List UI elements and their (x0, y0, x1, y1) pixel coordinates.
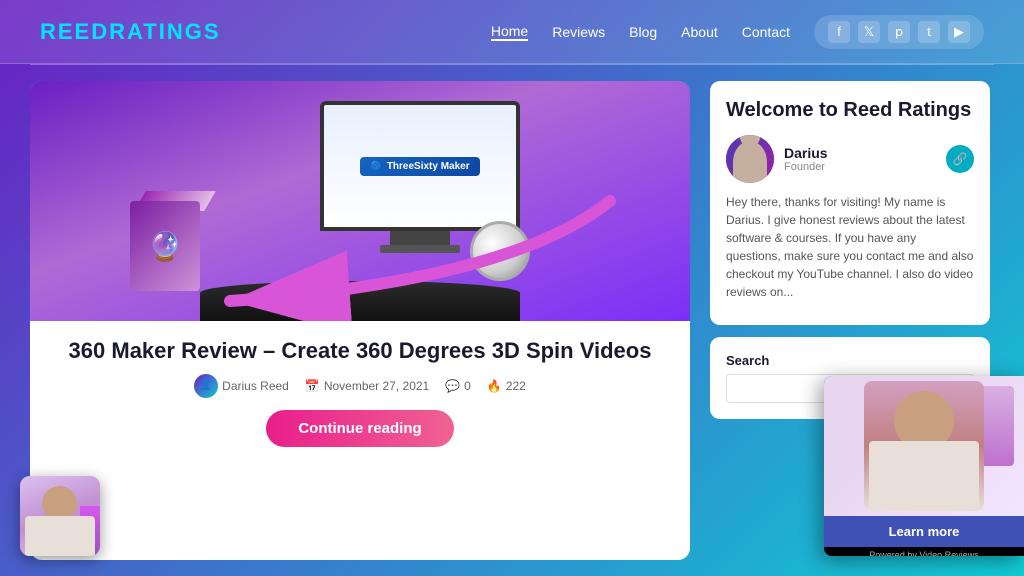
youtube-icon[interactable]: ▶ (948, 21, 970, 43)
main-nav: Home Reviews Blog About Contact f 𝕏 𝗉 t … (491, 15, 984, 49)
article-title: 360 Maker Review – Create 360 Degrees 3D… (50, 337, 670, 366)
bottom-left-thumbnail (20, 476, 100, 556)
logo-part2: Ratings (109, 19, 220, 44)
nav-home[interactable]: Home (491, 23, 528, 41)
person-silhouette (733, 141, 767, 183)
video-person (864, 381, 984, 511)
search-label: Search (726, 353, 974, 368)
meta-date: 📅 November 27, 2021 (305, 379, 429, 393)
threesixty-badge: 🔵 ThreeSixty Maker (360, 157, 479, 176)
header: ReedRatings Home Reviews Blog About Cont… (0, 0, 1024, 64)
monitor-screen-inner: 🔵 ThreeSixty Maker (324, 105, 516, 227)
author-link-button[interactable]: 🔗 (946, 145, 974, 173)
article-image: 🔵 ThreeSixty Maker 🔮 (30, 81, 690, 321)
nav-contact[interactable]: Contact (742, 24, 790, 40)
product-scene: 🔵 ThreeSixty Maker 🔮 (30, 81, 690, 321)
monitor-screen: 🔵 ThreeSixty Maker (320, 101, 520, 231)
powered-by-text: Powered by Video Reviews (824, 547, 1024, 556)
nav-reviews[interactable]: Reviews (552, 24, 605, 40)
video-popup-inner (824, 376, 1024, 516)
article-views: 222 (506, 379, 526, 393)
product-box: 🔮 (130, 191, 220, 291)
fire-icon: 🔥 (487, 379, 502, 393)
avatar-inner (726, 135, 774, 183)
sidebar-author-row: Darius Founder 🔗 (726, 135, 974, 183)
box-face-front: 🔮 (130, 201, 200, 291)
stage-base (200, 281, 520, 321)
article-meta: 👤 Darius Reed 📅 November 27, 2021 💬 0 🔥 … (50, 374, 670, 398)
sidebar-welcome-card: Welcome to Reed Ratings Darius Founder 🔗… (710, 81, 990, 325)
monitor: 🔵 ThreeSixty Maker (320, 101, 520, 241)
calendar-icon: 📅 (305, 379, 320, 393)
sidebar-author-info: Darius Founder (784, 145, 936, 173)
camera-sphere (470, 221, 530, 281)
sidebar-author-name: Darius (784, 145, 936, 161)
pinterest-icon[interactable]: 𝗉 (888, 21, 910, 43)
comment-icon: 💬 (445, 379, 460, 393)
continue-reading-button[interactable]: Continue reading (266, 410, 453, 447)
meta-author: 👤 Darius Reed (194, 374, 289, 398)
facebook-icon[interactable]: f (828, 21, 850, 43)
sidebar-author-avatar (726, 135, 774, 183)
person-head (740, 135, 760, 147)
author-avatar-icon: 👤 (200, 380, 212, 391)
nav-blog[interactable]: Blog (629, 24, 657, 40)
social-icons: f 𝕏 𝗉 t ▶ (814, 15, 984, 49)
twitter-icon[interactable]: 𝕏 (858, 21, 880, 43)
learn-more-button[interactable]: Learn more (824, 516, 1024, 547)
monitor-base (380, 245, 460, 253)
author-avatar-small: 👤 (194, 374, 218, 398)
monitor-stand (390, 231, 450, 245)
badge-icon: 🔵 (370, 161, 382, 172)
sidebar-welcome-title: Welcome to Reed Ratings (726, 97, 974, 123)
badge-text: ThreeSixty Maker (387, 161, 470, 172)
meta-views: 🔥 222 (487, 379, 526, 393)
thumb-person-body (25, 516, 95, 556)
article-comments: 0 (464, 379, 471, 393)
author-name-meta: Darius Reed (222, 379, 289, 393)
meta-comments: 💬 0 (445, 379, 471, 393)
sidebar-bio: Hey there, thanks for visiting! My name … (726, 193, 974, 301)
nav-about[interactable]: About (681, 24, 718, 40)
thumb-inner (20, 476, 100, 556)
article-date: November 27, 2021 (324, 379, 429, 393)
article-body: 360 Maker Review – Create 360 Degrees 3D… (30, 321, 690, 560)
logo-part1: Reed (40, 19, 109, 44)
video-person-body (869, 441, 979, 511)
video-popup: Learn more Powered by Video Reviews (824, 376, 1024, 556)
logo: ReedRatings (40, 19, 221, 45)
main-article-card: 🔵 ThreeSixty Maker 🔮 (30, 81, 690, 560)
tumblr-icon[interactable]: t (918, 21, 940, 43)
sidebar-author-role: Founder (784, 161, 936, 173)
